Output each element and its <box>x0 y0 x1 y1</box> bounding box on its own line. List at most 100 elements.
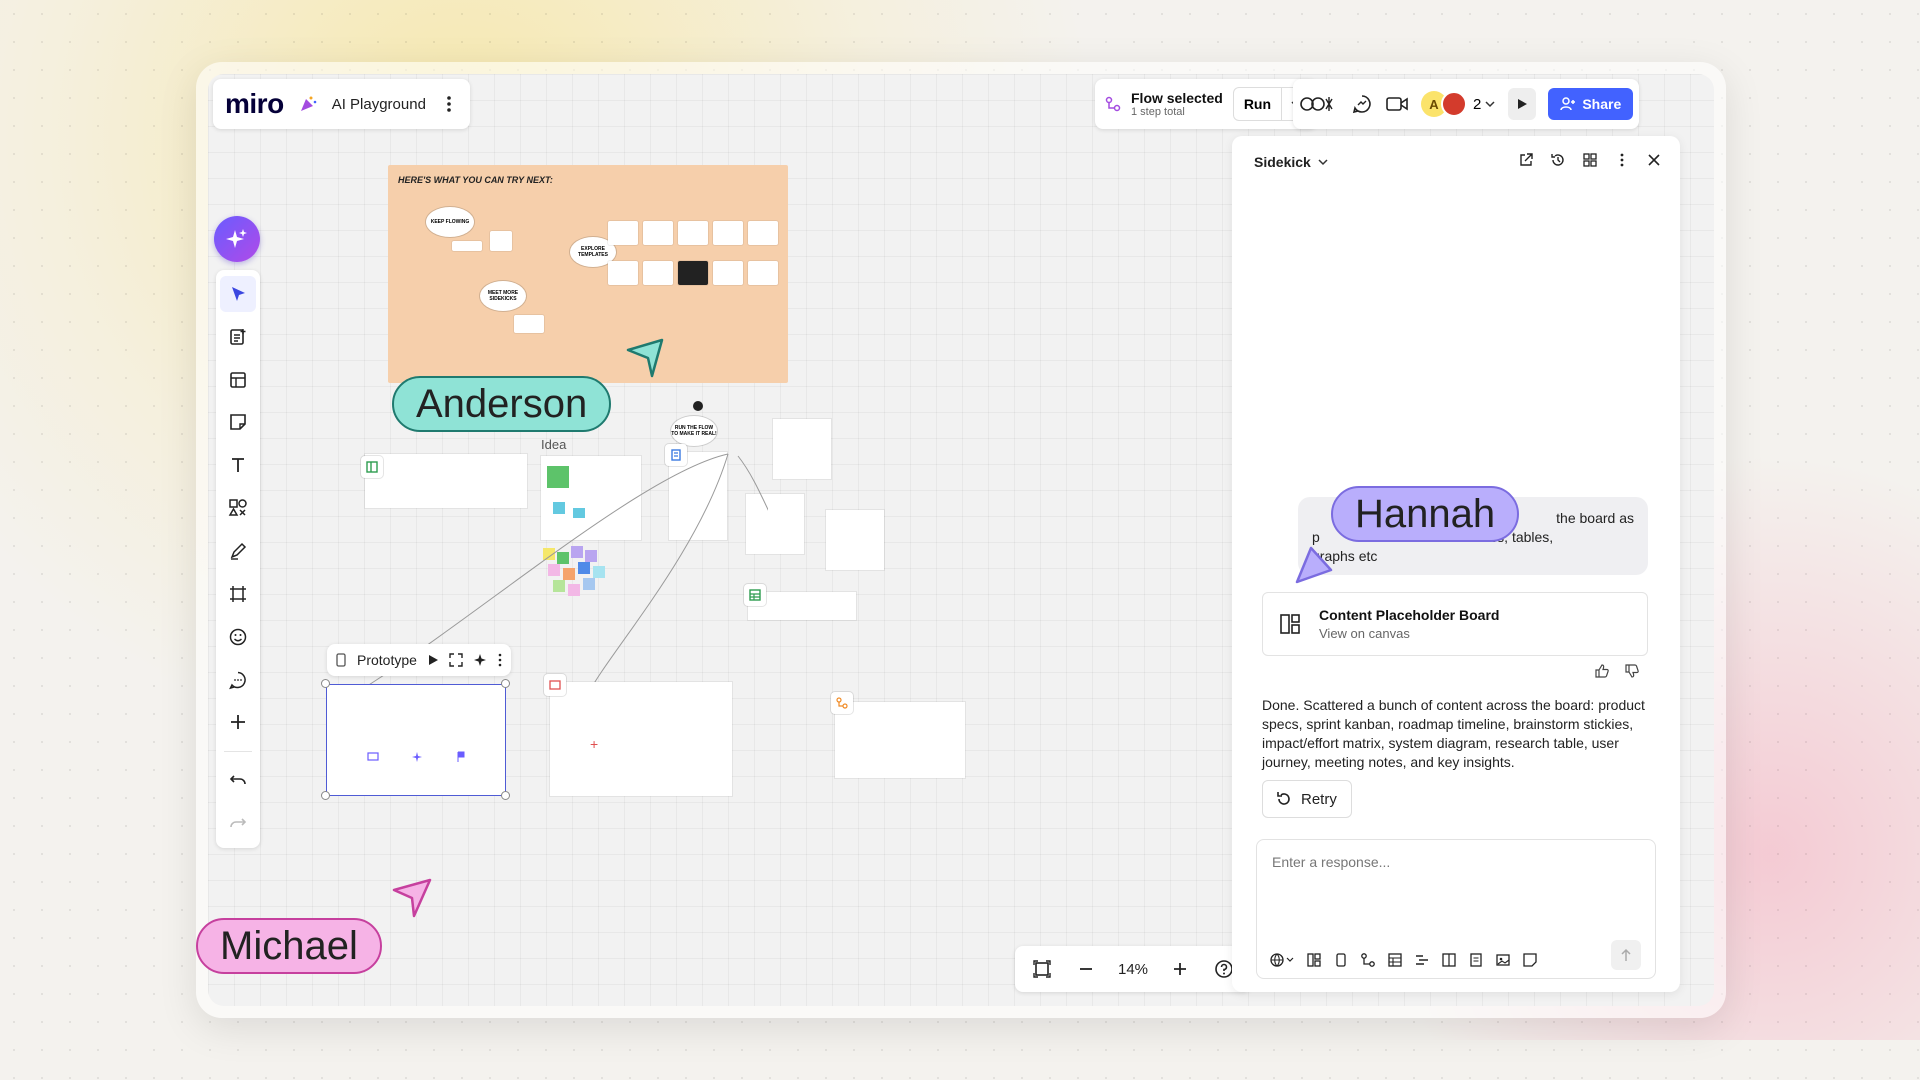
template-card <box>748 261 778 285</box>
resize-handle[interactable] <box>321 679 330 688</box>
template-card <box>713 261 743 285</box>
sidekick-actions <box>1516 150 1664 170</box>
resize-handle[interactable] <box>501 791 510 800</box>
play-icon[interactable] <box>427 654 439 666</box>
text-icon <box>232 458 244 473</box>
timeline-icon[interactable] <box>1414 952 1430 968</box>
shapes-icon <box>228 499 247 516</box>
more-menu-icon[interactable] <box>1612 150 1632 170</box>
ai-assist-button[interactable] <box>214 216 260 262</box>
share-button[interactable]: Share <box>1548 88 1634 120</box>
sticky-note-icon[interactable] <box>1522 952 1538 968</box>
sparkle-icon <box>411 751 423 763</box>
open-external-icon[interactable] <box>1516 150 1536 170</box>
text-tool[interactable] <box>220 447 256 483</box>
diagram-node[interactable] <box>773 419 831 479</box>
image-icon[interactable] <box>1495 952 1511 968</box>
diagram-card[interactable] <box>835 702 965 778</box>
pen-icon <box>230 542 247 560</box>
close-icon[interactable] <box>1644 150 1664 170</box>
kanban-icon[interactable] <box>1441 952 1457 968</box>
select-tool[interactable] <box>220 276 256 312</box>
thumbnail <box>452 241 482 251</box>
language-icon[interactable] <box>1269 952 1295 968</box>
retry-icon <box>1277 792 1290 805</box>
michael-cursor-icon <box>392 878 432 918</box>
diagram-node[interactable] <box>826 510 884 570</box>
board-name[interactable]: AI Playground <box>332 96 426 113</box>
shapes-tool[interactable] <box>220 490 256 526</box>
prototype-toolbar: Prototype <box>327 644 511 676</box>
board-layout-icon <box>1275 609 1305 639</box>
flow-panel: Flow selected 1 step total Run <box>1095 79 1318 129</box>
zoom-bar: 14% <box>1015 946 1251 992</box>
pen-tool[interactable] <box>220 533 256 569</box>
connector-lines <box>337 453 768 705</box>
run-button[interactable]: Run <box>1234 88 1283 120</box>
thumbs-up-icon[interactable] <box>1594 663 1610 679</box>
doc-tool[interactable] <box>220 319 256 355</box>
flow-subtitle: 1 step total <box>1131 106 1185 118</box>
undo-button[interactable] <box>220 762 256 798</box>
doc-icon[interactable] <box>1468 952 1484 968</box>
frame-icon <box>230 585 246 602</box>
zoom-out-button[interactable] <box>1067 950 1105 988</box>
try-next-frame[interactable]: HERE'S WHAT YOU CAN TRY NEXT: KEEP FLOWI… <box>388 165 788 383</box>
more-menu-icon[interactable] <box>497 653 503 667</box>
emoji-tool[interactable] <box>220 619 256 655</box>
select-icon <box>232 286 245 301</box>
collaborators[interactable]: A 2 <box>1421 91 1496 117</box>
response-input[interactable] <box>1272 854 1632 870</box>
sticky-note-tool[interactable] <box>220 405 256 441</box>
collab-bar: A 2 Share <box>1293 79 1640 129</box>
anderson-cursor-icon <box>626 338 664 378</box>
retry-label: Retry <box>1301 790 1337 808</box>
resize-handle[interactable] <box>501 679 510 688</box>
connector-dot[interactable] <box>693 401 703 411</box>
template-card <box>608 221 638 245</box>
mobile-icon[interactable] <box>1333 952 1349 968</box>
frame-tool[interactable] <box>220 576 256 612</box>
table-icon <box>230 371 246 388</box>
table-icon[interactable] <box>1387 952 1403 968</box>
fit-to-screen-button[interactable] <box>1023 950 1061 988</box>
emoji-icon <box>229 628 247 645</box>
plus-icon <box>1174 963 1186 975</box>
template-card <box>713 221 743 245</box>
template-card <box>643 221 673 245</box>
content-board-card[interactable]: Content Placeholder Board View on canvas <box>1262 592 1648 656</box>
view-on-canvas-link[interactable]: View on canvas <box>1319 626 1499 641</box>
add-tool[interactable] <box>220 704 256 740</box>
zoom-level[interactable]: 14% <box>1111 961 1155 978</box>
resize-handle[interactable] <box>321 791 330 800</box>
thumbnail <box>514 315 544 333</box>
more-menu-icon[interactable] <box>440 94 458 114</box>
video-icon[interactable] <box>1385 94 1409 114</box>
reactions-icon[interactable] <box>1299 93 1339 115</box>
prototype-selection[interactable] <box>326 684 506 796</box>
redo-button[interactable] <box>220 805 256 841</box>
sparkle-icon[interactable] <box>473 653 487 667</box>
left-toolbar <box>216 270 260 848</box>
history-icon[interactable] <box>1548 150 1568 170</box>
michael-cursor-label: Michael <box>196 918 382 974</box>
retry-button[interactable]: Retry <box>1262 780 1352 818</box>
thumbs-down-icon[interactable] <box>1624 663 1640 679</box>
expand-icon[interactable] <box>449 653 463 667</box>
sidekick-header[interactable]: Sidekick <box>1254 154 1329 170</box>
comment-tool[interactable] <box>220 662 256 698</box>
diagram-icon[interactable] <box>1360 952 1376 968</box>
play-icon <box>1518 99 1528 109</box>
grid-icon[interactable] <box>1580 150 1600 170</box>
present-button[interactable] <box>1508 88 1537 120</box>
wireframe-card[interactable]: + <box>550 682 732 796</box>
send-button[interactable] <box>1611 940 1641 970</box>
chat-icon[interactable] <box>1351 93 1373 115</box>
add-icon <box>231 715 245 730</box>
zoom-in-button[interactable] <box>1161 950 1199 988</box>
board-layout-icon[interactable] <box>1306 952 1322 968</box>
chevron-down-icon <box>1485 101 1495 108</box>
table-tool[interactable] <box>220 362 256 398</box>
share-label: Share <box>1582 96 1622 112</box>
help-icon <box>1215 960 1233 978</box>
